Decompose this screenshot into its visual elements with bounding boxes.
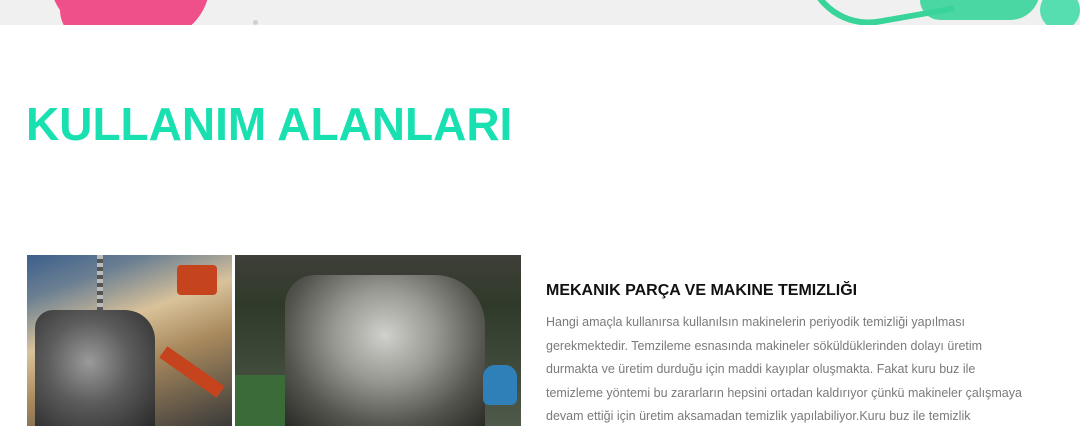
- engine-photo-right: [235, 255, 521, 426]
- decorative-top-band: [0, 0, 1080, 25]
- article-line: gerekmektedir. Temzileme esnasında makin…: [546, 338, 983, 353]
- red-crane-shape: [177, 265, 217, 295]
- article-line: durmakta ve üretim durduğu için maddi ka…: [546, 362, 976, 377]
- red-crane-arm-shape: [159, 346, 225, 398]
- green-paint-splash-decoration: [920, 0, 1040, 20]
- section-title: KULLANIM ALANLARI: [26, 98, 513, 150]
- engine-photo-left: [27, 255, 232, 426]
- engine-block-shape: [285, 275, 485, 426]
- paint-dot-decoration: [253, 20, 258, 25]
- article-body: Hangi amaçla kullanırsa kullanılsın maki…: [546, 311, 1046, 426]
- article-line: devam ettiği için üretim aksamadan temiz…: [546, 409, 971, 424]
- green-paint-drop-decoration: [1040, 0, 1080, 25]
- blue-gas-tank-shape: [483, 365, 517, 405]
- article-line: Hangi amaçla kullanırsa kullanılsın maki…: [546, 315, 965, 329]
- article-line: temizleme yöntemi bu zararların hepsini …: [546, 385, 1022, 400]
- pink-paint-drip-decoration: [60, 10, 130, 25]
- engine-shape: [35, 310, 155, 426]
- article-heading: MEKANIK PARÇA VE MAKINE TEMIZLIĞI: [546, 282, 858, 299]
- article-image: [27, 255, 521, 426]
